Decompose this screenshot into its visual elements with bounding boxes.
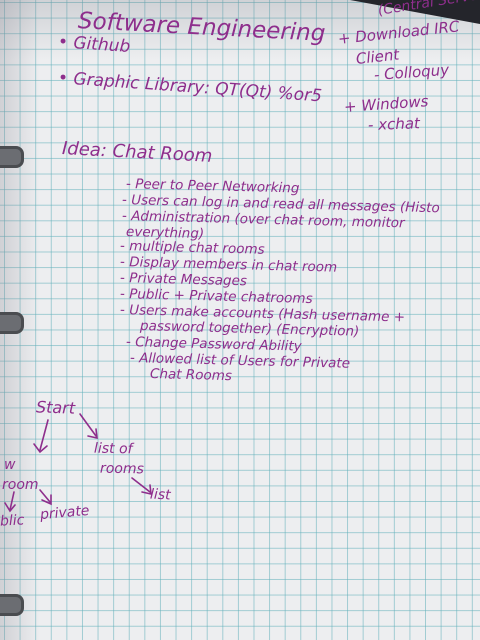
flow-node-private: private — [39, 502, 91, 524]
arrowhead — [41, 494, 52, 506]
flow-node-room-part1: w — [4, 457, 16, 473]
notebook-page: Software Engineering • Github • Graphic … — [0, 0, 480, 640]
arrow-rooms-to-list — [131, 477, 151, 493]
arrow-start-to-list-of-rooms — [79, 413, 97, 437]
flow-node-start: Start — [35, 397, 76, 418]
flow-node-list-of-rooms-part2: rooms — [99, 460, 144, 478]
flowchart-arrows — [4, 413, 152, 513]
flow-node-list: list — [149, 486, 171, 504]
flow-node-list-of-rooms-part1: list of — [93, 440, 133, 458]
flow-node-public: blic — [0, 512, 25, 530]
flow-node-room-part2: room — [2, 477, 39, 493]
